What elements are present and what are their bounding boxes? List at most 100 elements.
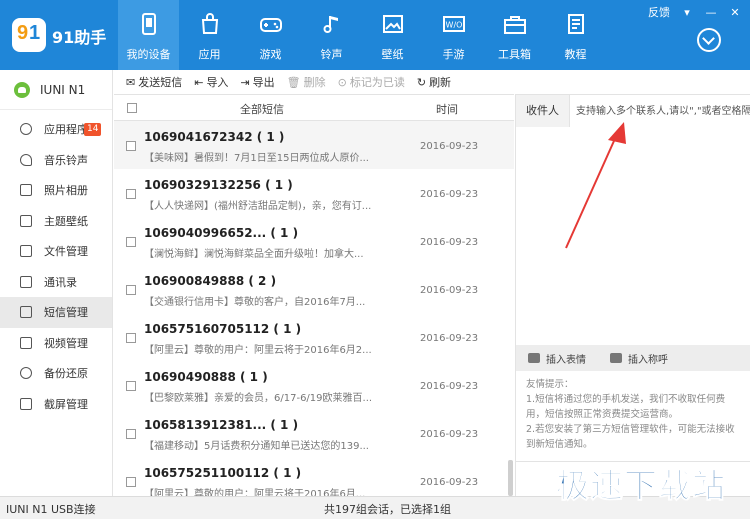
- nav-label: 游戏: [259, 48, 282, 61]
- sidebar-item-photos[interactable]: 照片相册: [0, 175, 112, 206]
- menu-icon[interactable]: ▾: [680, 6, 694, 19]
- sender-number: 10690490888 ( 1 ): [144, 370, 268, 384]
- row-checkbox[interactable]: [126, 285, 136, 295]
- nav-my-device[interactable]: 我的设备: [118, 0, 179, 70]
- row-checkbox[interactable]: [126, 381, 136, 391]
- message-date: 2016-09-23: [420, 237, 479, 248]
- message-date: 2016-09-23: [420, 477, 479, 488]
- row-checkbox[interactable]: [126, 477, 136, 487]
- tips-line-1: 1.短信将通过您的手机发送，我们不收取任何费用，短信按照正常资费提交运营商。: [526, 394, 726, 420]
- message-row[interactable]: 1069041672342 ( 1 ) 【美味网】暑假到！7月1日至15日两位成…: [114, 121, 514, 169]
- sidebar-item-contacts[interactable]: 通讯录: [0, 267, 112, 298]
- device-name: IUNI N1: [40, 82, 86, 97]
- select-all-checkbox[interactable]: [127, 103, 137, 113]
- sidebar-item-sms[interactable]: 短信管理: [0, 297, 112, 328]
- message-date: 2016-09-23: [420, 141, 479, 152]
- app-logo: 91: [12, 18, 46, 52]
- download-icon[interactable]: [697, 28, 721, 52]
- message-date: 2016-09-23: [420, 189, 479, 200]
- video-icon: [20, 336, 32, 349]
- sidebar-item-music[interactable]: 音乐铃声: [0, 145, 112, 176]
- trash-icon: 🗑: [286, 75, 301, 89]
- message-date: 2016-09-23: [420, 285, 479, 296]
- toolbox-icon: [504, 16, 526, 34]
- row-checkbox[interactable]: [126, 141, 136, 151]
- message-preview: 【福建移动】5月话费积分通知单已送达您的139...: [144, 441, 369, 452]
- toolbar-label: 发送短信: [138, 76, 183, 89]
- recipient-label: 收件人: [516, 95, 570, 127]
- message-row[interactable]: 106575160705112 ( 1 ) 【阿里云】尊敬的用户：阿里云将于20…: [114, 313, 514, 361]
- message-row[interactable]: 106900849888 ( 2 ) 【交通银行信用卡】尊敬的客户，自2016年…: [114, 265, 514, 313]
- nav-tutorials[interactable]: 教程: [545, 0, 606, 70]
- message-preview: 【澜悦海鲜】澜悦海鲜菜品全面升级啦！加拿大...: [144, 249, 364, 260]
- app-title: 91助手: [52, 28, 107, 47]
- device-selector[interactable]: IUNI N1: [0, 70, 112, 110]
- crop-icon: [20, 397, 32, 410]
- feedback-link[interactable]: 反馈: [648, 4, 670, 20]
- send-sms-button[interactable]: ✉ 发送短信: [126, 74, 182, 90]
- row-checkbox[interactable]: [126, 189, 136, 199]
- nav-label: 教程: [564, 48, 587, 61]
- list-scrollbar[interactable]: [508, 460, 513, 496]
- gamepad-icon: [260, 18, 282, 32]
- sender-number: 106575160705112 ( 1 ): [144, 322, 302, 336]
- theme-icon: [20, 214, 32, 227]
- nav-wallpapers[interactable]: 壁纸: [362, 0, 423, 70]
- update-count-badge: 14: [84, 123, 102, 136]
- sidebar-item-label: 应用程序: [44, 123, 88, 137]
- mark-read-button[interactable]: ⊙ 标记为已读: [338, 74, 405, 90]
- close-icon[interactable]: ✕: [728, 6, 742, 19]
- sidebar-item-apps[interactable]: 应用程序 14: [0, 114, 112, 145]
- insert-label: 插入表情: [546, 354, 586, 366]
- sender-number: 106575251100112 ( 1 ): [144, 466, 302, 480]
- message-date: 2016-09-23: [420, 381, 479, 392]
- watermark-logo: 极速下载站: [548, 455, 748, 506]
- sidebar-item-label: 文件管理: [44, 245, 88, 259]
- insert-bar: 插入表情 插入称呼: [516, 345, 750, 371]
- row-checkbox[interactable]: [126, 429, 136, 439]
- backup-icon: [20, 367, 32, 380]
- sender-number: 1069040996652... ( 1 ): [144, 226, 299, 240]
- row-checkbox[interactable]: [126, 333, 136, 343]
- insert-nickname-button[interactable]: 插入称呼: [610, 351, 668, 366]
- sidebar-item-video[interactable]: 视频管理: [0, 328, 112, 359]
- message-row[interactable]: 10690490888 ( 1 ) 【巴黎欧莱雅】亲爱的会员，6/17-6/19…: [114, 361, 514, 409]
- contacts-icon: [20, 275, 32, 288]
- sidebar-item-label: 照片相册: [44, 184, 88, 198]
- pin-icon: ⊙: [337, 75, 347, 89]
- tips-box: 友情提示： 1.短信将通过您的手机发送，我们不收取任何费用，短信按照正常资费提交…: [516, 371, 750, 461]
- sidebar-item-backup[interactable]: 备份还原: [0, 358, 112, 389]
- nav-ringtones[interactable]: 铃声: [301, 0, 362, 70]
- message-row[interactable]: 106575251100112 ( 1 ) 【阿里云】尊敬的用户：阿里云将于20…: [114, 457, 514, 496]
- message-row[interactable]: 10690329132256 ( 1 ) 【人人快递网】(福州舒洁甜品定制)，亲…: [114, 169, 514, 217]
- row-checkbox[interactable]: [126, 237, 136, 247]
- sidebar-item-label: 主题壁纸: [44, 214, 88, 228]
- sidebar-item-themes[interactable]: 主题壁纸: [0, 206, 112, 237]
- export-button[interactable]: ⇥ 导出: [240, 74, 274, 90]
- nav-toolbox[interactable]: 工具箱: [484, 0, 545, 70]
- column-header-all: 全部短信: [240, 103, 284, 116]
- toolbar-label: 删除: [303, 76, 326, 89]
- message-preview: 【巴黎欧莱雅】亲爱的会员，6/17-6/19欧莱雅百...: [144, 393, 373, 404]
- minimize-icon[interactable]: —: [704, 6, 718, 19]
- insert-label: 插入称呼: [628, 354, 668, 366]
- message-row[interactable]: 1065813912381... ( 1 ) 【福建移动】5月话费积分通知单已送…: [114, 409, 514, 457]
- delete-button[interactable]: 🗑 删除: [287, 74, 326, 90]
- recipient-input[interactable]: [570, 95, 750, 127]
- refresh-button[interactable]: ↻ 刷新: [417, 74, 451, 90]
- wo-icon: W/O: [443, 16, 465, 32]
- insert-emoji-button[interactable]: 插入表情: [528, 351, 586, 366]
- bag-icon: [201, 13, 219, 34]
- recipient-row: 收件人: [516, 95, 750, 127]
- sidebar-item-files[interactable]: 文件管理: [0, 236, 112, 267]
- message-row[interactable]: 1069040996652... ( 1 ) 【澜悦海鲜】澜悦海鲜菜品全面升级啦…: [114, 217, 514, 265]
- nav-apps[interactable]: 应用: [179, 0, 240, 70]
- refresh-icon: ↻: [416, 75, 427, 89]
- nav-games[interactable]: 游戏: [240, 0, 301, 70]
- import-button[interactable]: ⇤ 导入: [194, 74, 228, 90]
- export-icon: ⇥: [240, 75, 250, 89]
- nav-mobile-games[interactable]: W/O 手游: [423, 0, 484, 70]
- apps-icon: [20, 123, 32, 136]
- sidebar-item-label: 视频管理: [44, 336, 88, 350]
- sidebar-item-screenshots[interactable]: 截屏管理: [0, 389, 112, 420]
